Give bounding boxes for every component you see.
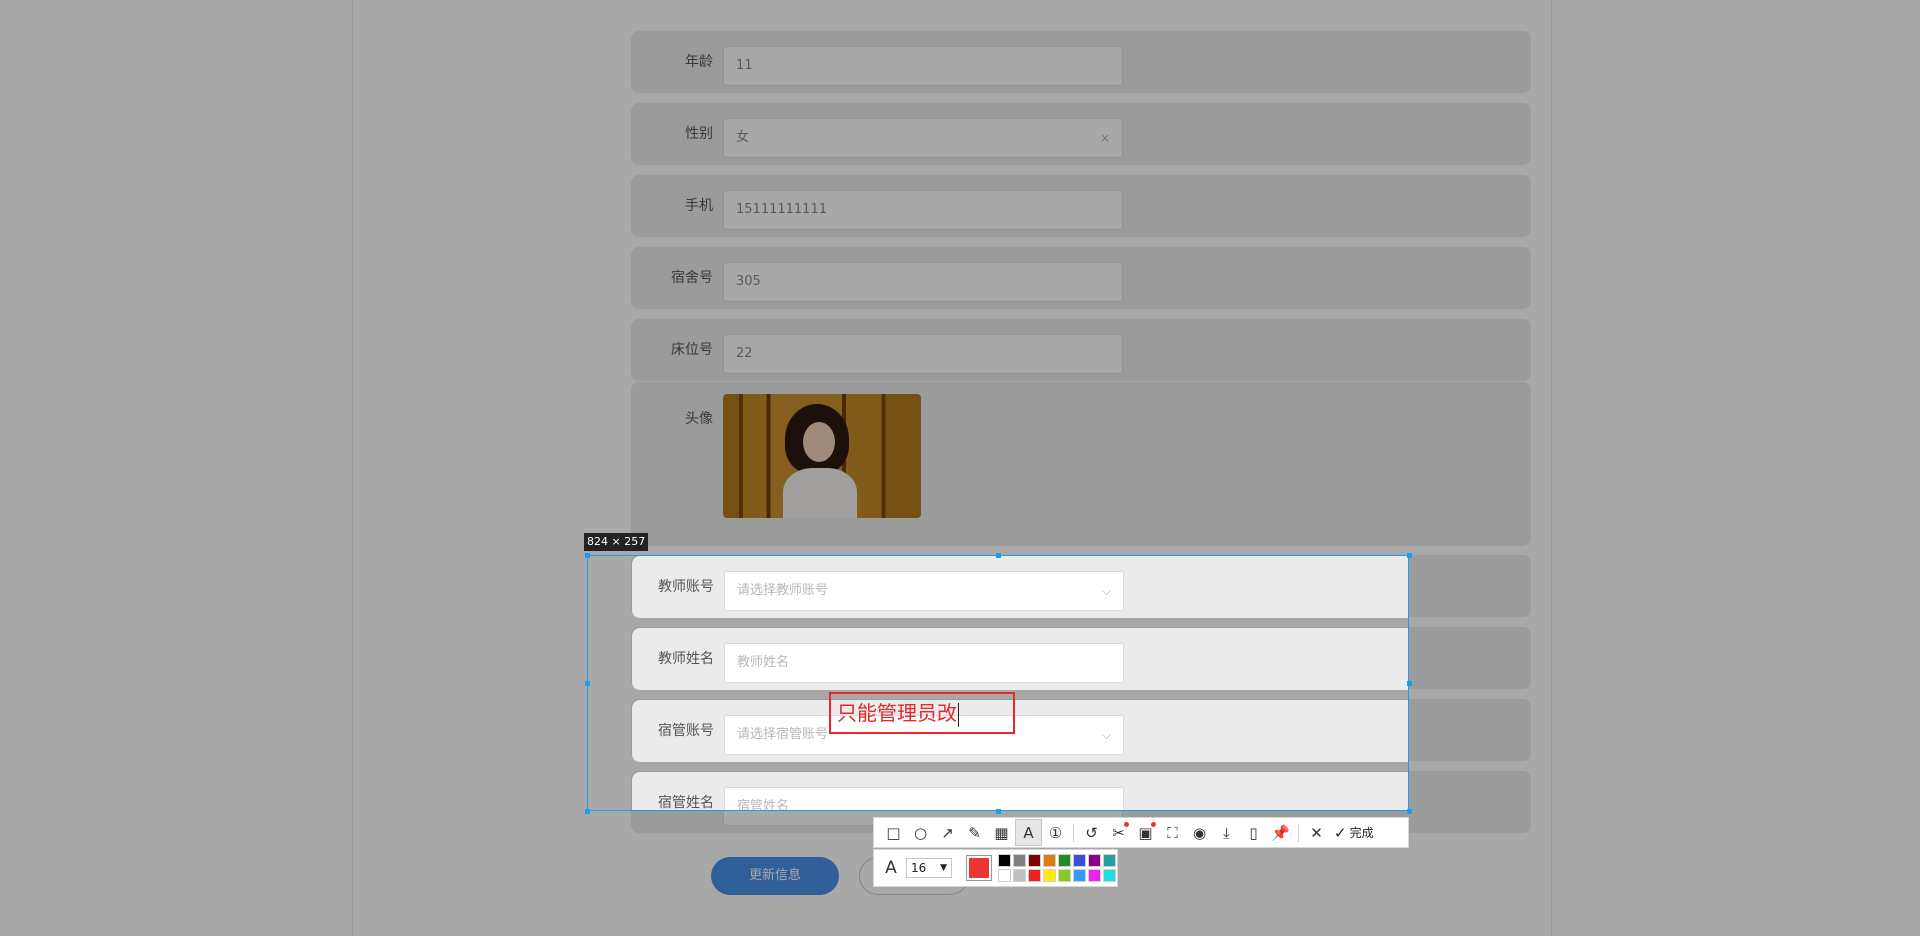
color-swatch[interactable]: [1088, 854, 1101, 867]
resize-handle[interactable]: [996, 553, 1001, 558]
field-placeholder: 教师姓名: [737, 655, 790, 670]
field-label: 教师姓名: [658, 651, 714, 667]
font-icon: A: [885, 858, 897, 878]
pencil-icon[interactable]: ✎: [961, 819, 988, 846]
color-swatch[interactable]: [1028, 869, 1041, 882]
done-button[interactable]: ✓ 完成: [1334, 824, 1374, 842]
field-label: 宿管姓名: [658, 795, 714, 811]
font-size-select[interactable]: 16 ▼: [906, 858, 952, 878]
toolbar-separator: [1073, 823, 1074, 842]
resize-handle[interactable]: [585, 681, 590, 686]
field-label: 宿管账号: [658, 723, 714, 739]
toolbar-separator: [1298, 823, 1299, 842]
screenshot-toolbar: □ ○ ↗ ✎ ▦ A ① ↺ ✂ ▣ ⛶ ◉ ⤓ ▯ 📌 ✕ ✓ 完成: [873, 817, 1409, 848]
pin-icon[interactable]: 📌: [1267, 819, 1294, 846]
color-swatch[interactable]: [1073, 854, 1086, 867]
new-badge: [1124, 822, 1129, 827]
field-label: 教师账号: [658, 579, 714, 595]
color-swatch[interactable]: [998, 869, 1011, 882]
color-swatch[interactable]: [1043, 854, 1056, 867]
ocr-icon[interactable]: ▣: [1132, 819, 1159, 846]
color-swatch[interactable]: [1088, 869, 1101, 882]
screenshot-selection[interactable]: 年龄11性别女×手机15111111111宿舍号305床位号22头像教师账号请选…: [587, 555, 1409, 811]
color-swatch[interactable]: [1058, 869, 1071, 882]
chevron-down-icon[interactable]: ⌵: [1102, 716, 1111, 754]
new-badge: [1151, 822, 1156, 827]
arrow-icon[interactable]: ↗: [934, 819, 961, 846]
chevron-down-icon[interactable]: ⌵: [1102, 572, 1111, 610]
done-label: 完成: [1349, 826, 1374, 840]
current-color-swatch[interactable]: [966, 855, 992, 881]
cut-icon[interactable]: ✂: [1105, 819, 1132, 846]
color-palette: [998, 854, 1116, 882]
field-placeholder: 请选择教师账号: [737, 583, 829, 598]
resize-handle[interactable]: [996, 809, 1001, 814]
selection-size-label: 824 × 257: [584, 533, 649, 551]
text-annotation[interactable]: 只能管理员改: [829, 692, 1015, 734]
rect-icon[interactable]: □: [880, 819, 907, 846]
resize-handle[interactable]: [1407, 553, 1412, 558]
record-icon[interactable]: ◉: [1186, 819, 1213, 846]
select-field[interactable]: 请选择教师账号 ⌵: [724, 571, 1124, 611]
color-swatch[interactable]: [1058, 854, 1071, 867]
text-field[interactable]: 教师姓名: [724, 643, 1124, 683]
text-icon[interactable]: A: [1015, 819, 1042, 846]
color-swatch[interactable]: [1073, 869, 1086, 882]
resize-handle[interactable]: [1407, 809, 1412, 814]
form-row: 宿管姓名 宿管姓名: [632, 772, 1408, 811]
ellipse-icon[interactable]: ○: [907, 819, 934, 846]
text-field[interactable]: 宿管姓名: [724, 787, 1124, 811]
download-icon[interactable]: ⤓: [1213, 819, 1240, 846]
color-swatch[interactable]: [1103, 869, 1116, 882]
text-caret: [958, 702, 959, 727]
scroll-capture-icon[interactable]: ⛶: [1159, 819, 1186, 846]
form-row: 宿管账号 请选择宿管账号 ⌵: [632, 700, 1408, 762]
current-color-fill: [969, 858, 989, 878]
mosaic-icon[interactable]: ▦: [988, 819, 1015, 846]
color-swatch[interactable]: [1043, 869, 1056, 882]
resize-handle[interactable]: [1407, 681, 1412, 686]
close-icon[interactable]: ✕: [1303, 819, 1330, 846]
undo-icon[interactable]: ↺: [1078, 819, 1105, 846]
form-row: 教师账号 请选择教师账号 ⌵: [632, 556, 1408, 618]
resize-handle[interactable]: [585, 553, 590, 558]
text-style-bar: A 16 ▼: [873, 849, 1118, 887]
color-swatch[interactable]: [1103, 854, 1116, 867]
copy-icon[interactable]: ▯: [1240, 819, 1267, 846]
color-swatch[interactable]: [1013, 869, 1026, 882]
resize-handle[interactable]: [585, 809, 590, 814]
annotation-text[interactable]: 只能管理员改: [837, 701, 957, 725]
color-swatch[interactable]: [1028, 854, 1041, 867]
form-row: 教师姓名 教师姓名: [632, 628, 1408, 690]
font-size-value: 16: [911, 861, 927, 875]
color-swatch[interactable]: [1013, 854, 1026, 867]
check-icon: ✓: [1334, 823, 1347, 842]
color-swatch[interactable]: [998, 854, 1011, 867]
dropdown-arrow-icon: ▼: [940, 863, 947, 873]
field-placeholder: 请选择宿管账号: [737, 727, 829, 742]
selection-content: 年龄11性别女×手机15111111111宿舍号305床位号22头像教师账号请选…: [588, 556, 1408, 811]
field-placeholder: 宿管姓名: [737, 799, 790, 811]
number-icon[interactable]: ①: [1042, 819, 1069, 846]
